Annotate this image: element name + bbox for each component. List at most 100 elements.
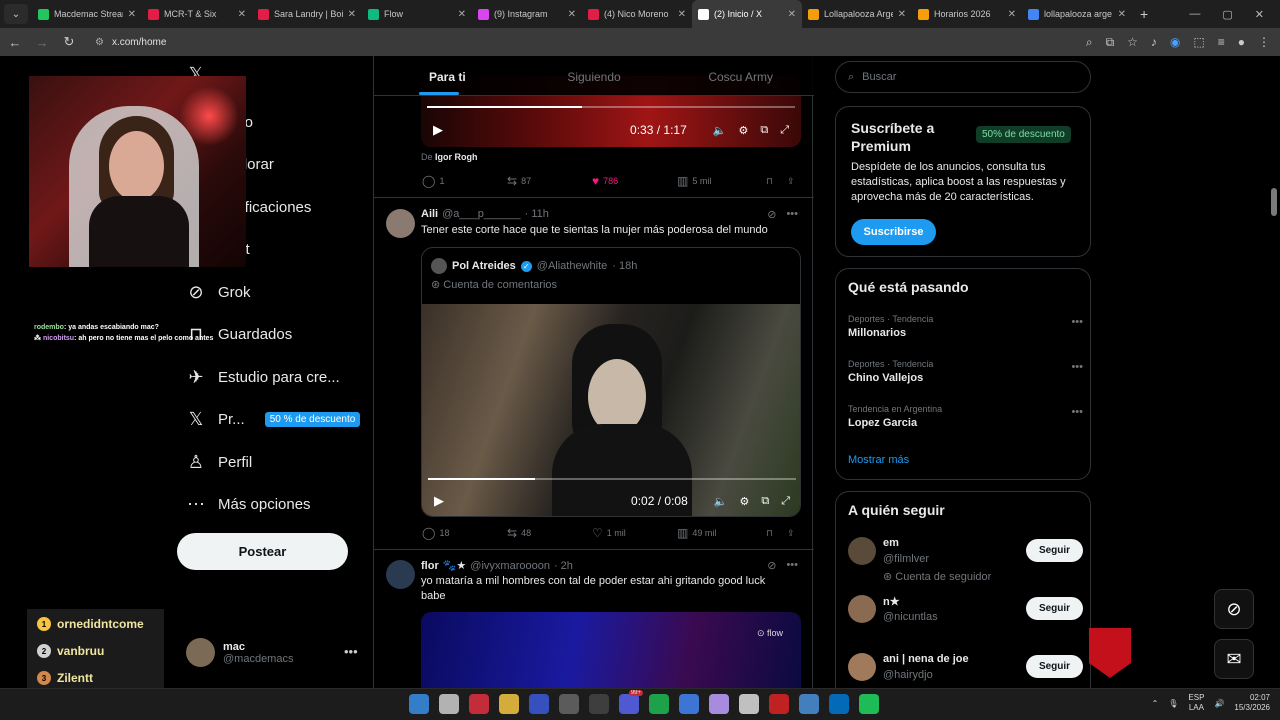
trend-item[interactable]: Deportes · Tendencia Chino Vallejos ••• <box>848 359 1083 384</box>
language-indicator[interactable]: ESP LAA <box>1188 693 1204 713</box>
obs-icon[interactable] <box>589 694 609 714</box>
maximize-button[interactable]: ▢ <box>1222 8 1232 21</box>
messages-float-button[interactable]: ✉ <box>1214 639 1254 679</box>
tweet-author-handle[interactable]: @a___p______ <box>442 208 520 220</box>
browser-tab[interactable]: (4) Nico Moreno ✕ <box>582 0 692 28</box>
video-progress[interactable] <box>428 478 535 480</box>
tab-close-icon[interactable]: ✕ <box>898 9 906 20</box>
browser-tab[interactable]: Macdemac Stream ✕ <box>32 0 142 28</box>
share-icon[interactable]: ⇪ <box>787 176 795 187</box>
follow-button[interactable]: Seguir <box>1026 597 1083 620</box>
suggestion-name[interactable]: ani | nena de joe <box>883 653 969 665</box>
suggestion-handle[interactable]: @hairydjo <box>883 669 933 681</box>
share-icon[interactable]: ⇪ <box>787 528 795 539</box>
tweet-more-icon[interactable]: ••• <box>786 208 798 221</box>
nav-item-6[interactable]: ✈ Estudio para cre... <box>186 367 339 387</box>
browser-tab[interactable]: MCR-T & Six ✕ <box>142 0 252 28</box>
browser-tab[interactable]: Horarios 2026 ✕ <box>912 0 1022 28</box>
suggestion-name[interactable]: n★ <box>883 595 900 608</box>
volume-icon[interactable]: 🔈 <box>713 124 727 137</box>
follow-button[interactable]: Seguir <box>1026 655 1083 678</box>
volume-icon[interactable]: 🔈 <box>714 495 728 508</box>
tab-close-icon[interactable]: ✕ <box>128 9 136 20</box>
quoted-video[interactable]: ▶ 0:02 / 0:08 🔈 ⚙ ⧉ ⤢ <box>422 304 800 516</box>
page-scrollbar[interactable] <box>1271 64 1277 684</box>
video-progress[interactable] <box>427 106 582 108</box>
app-icon[interactable] <box>769 694 789 714</box>
play-icon[interactable]: ▶ <box>434 493 444 509</box>
new-tab-button[interactable]: + <box>1140 6 1148 22</box>
tab-close-icon[interactable]: ✕ <box>348 9 356 20</box>
browser-tab[interactable]: (9) Instagram ✕ <box>472 0 582 28</box>
spotify-icon[interactable] <box>649 694 669 714</box>
start-icon[interactable] <box>409 694 429 714</box>
volume-icon[interactable]: 🔊 <box>1214 699 1224 708</box>
suggestion-name[interactable]: em <box>883 537 899 549</box>
trend-more-icon[interactable]: ••• <box>1071 316 1083 328</box>
search-icon[interactable] <box>439 694 459 714</box>
tab-close-icon[interactable]: ✕ <box>568 9 576 20</box>
subscribe-button[interactable]: Suscribirse <box>851 219 936 245</box>
browser-tab[interactable]: Lollapalooza Arge ✕ <box>802 0 912 28</box>
avatar[interactable] <box>848 595 876 623</box>
repost-button[interactable]: ⇆ 48 <box>507 526 592 540</box>
trend-item[interactable]: Deportes · Tendencia Millonarios ••• <box>848 314 1083 339</box>
tab-close-icon[interactable]: ✕ <box>238 9 246 20</box>
back-button[interactable]: ← <box>3 35 27 50</box>
tweet-author-name[interactable]: flor <box>421 560 439 572</box>
browser-tab[interactable]: (2) Inicio / X ✕ <box>692 0 802 28</box>
app-icon[interactable] <box>739 694 759 714</box>
tab-para-ti[interactable]: Para ti <box>374 56 521 95</box>
mic-icon[interactable]: 🎙 <box>1168 699 1178 708</box>
settings-icon[interactable]: ⚙ <box>738 124 748 137</box>
avatar[interactable] <box>848 537 876 565</box>
tweet-media[interactable]: ⊙ flow <box>421 612 801 688</box>
tweet-author-handle[interactable]: @ivyxmaroooon <box>470 560 550 572</box>
tweet-time[interactable]: · 11h <box>525 208 549 220</box>
play-icon[interactable]: ▶ <box>433 122 443 138</box>
pip-icon[interactable]: ⧉ <box>761 495 769 508</box>
tweet-time[interactable]: · 2h <box>554 560 573 572</box>
tab-coscu-army[interactable]: Coscu Army <box>667 56 814 95</box>
reply-button[interactable]: ◯ 18 <box>422 526 507 540</box>
extension-icon[interactable]: ◉ <box>1170 35 1180 49</box>
settings-icon[interactable]: ⚙ <box>739 495 749 508</box>
tab-close-icon[interactable]: ✕ <box>678 9 686 20</box>
close-window-button[interactable]: ✕ <box>1255 8 1264 21</box>
tab-close-icon[interactable]: ✕ <box>1008 9 1016 20</box>
browser-tab[interactable]: Sara Landry | Boil ✕ <box>252 0 362 28</box>
grok-icon[interactable]: ⊘ <box>767 559 776 572</box>
clock[interactable]: 02:07 15/3/2026 <box>1234 693 1270 713</box>
discord-icon[interactable]: 99+ <box>619 690 643 714</box>
like-button[interactable]: ♡ 1 mil <box>592 526 677 540</box>
show-more-link[interactable]: Mostrar más <box>848 454 909 466</box>
app-icon[interactable] <box>709 694 729 714</box>
tweet-author-name[interactable]: Aili <box>421 208 438 220</box>
bookmark-icon[interactable]: ⊓ <box>766 176 773 187</box>
account-more-icon[interactable]: ••• <box>344 644 358 659</box>
media-icon[interactable]: ♪ <box>1151 35 1157 49</box>
tab-close-icon[interactable]: ✕ <box>788 9 796 20</box>
minimize-button[interactable]: — <box>1189 8 1200 20</box>
extensions-puzzle-icon[interactable]: ⬚ <box>1193 35 1204 49</box>
tray-chevron-icon[interactable]: ⌃ <box>1152 699 1159 708</box>
browser-tab[interactable]: lollapalooza arge ✕ <box>1022 0 1132 28</box>
nav-item-9[interactable]: ⋯ Más opciones <box>186 494 311 515</box>
zoom-icon[interactable]: ⌕ <box>1086 35 1093 50</box>
views-button[interactable]: ▥ 49 mil <box>677 526 762 540</box>
avatar[interactable] <box>386 560 415 589</box>
fullscreen-icon[interactable]: ⤢ <box>781 495 790 508</box>
file-explorer-icon[interactable] <box>499 694 519 714</box>
trend-more-icon[interactable]: ••• <box>1071 361 1083 373</box>
browser-menu-icon[interactable]: ⋮ <box>1258 35 1270 49</box>
follow-suggestion[interactable]: n★ @nicuntlas Seguir <box>848 595 1083 639</box>
bookmark-star-icon[interactable]: ☆ <box>1127 35 1138 49</box>
playlist-icon[interactable]: ≡ <box>1218 35 1225 49</box>
nav-item-7[interactable]: 𝕏 Pr... 50 % de descuento <box>186 409 361 430</box>
like-button[interactable]: ♥ 786 <box>592 174 677 188</box>
repost-button[interactable]: ⇆ 87 <box>507 174 592 188</box>
kick-icon[interactable] <box>859 694 879 714</box>
suggestion-handle[interactable]: @nicuntlas <box>883 611 938 623</box>
grok-float-button[interactable]: ⊘ <box>1214 589 1254 629</box>
views-button[interactable]: ▥ 5 mil <box>677 174 762 188</box>
